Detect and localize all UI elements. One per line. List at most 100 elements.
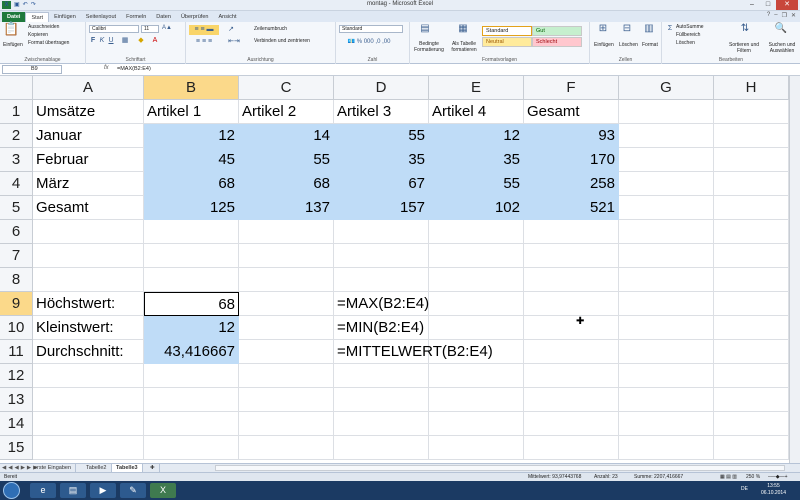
cell-d4[interactable]: 67 [334,172,429,196]
cell-g9[interactable] [619,292,714,316]
column-header-a[interactable]: A [33,76,144,100]
cell-e5[interactable]: 102 [429,196,524,220]
cell-e8[interactable] [429,268,524,292]
orientation-icon[interactable]: ↗ [224,25,238,35]
cell-g7[interactable] [619,244,714,268]
cell-c15[interactable] [239,436,334,460]
column-header-h[interactable]: H [714,76,789,100]
cell-c10[interactable] [239,316,334,340]
cell-d6[interactable] [334,220,429,244]
autosum-icon[interactable]: Σ [666,24,674,34]
cell-a12[interactable] [33,364,144,388]
column-header-f[interactable]: F [524,76,619,100]
row-header-4[interactable]: 4 [0,172,33,196]
bold-icon[interactable]: F [89,36,97,46]
cell-b1[interactable]: Artikel 1 [144,100,239,124]
cell-b2[interactable]: 12 [144,124,239,148]
grow-font-icon[interactable]: A▲ [162,23,172,33]
clear-button[interactable]: Löschen [676,40,695,47]
select-all-corner[interactable] [0,76,33,100]
tab-ueberpruefen[interactable]: Überprüfen [176,12,214,22]
column-header-b[interactable]: B [144,76,239,100]
find-select-button[interactable]: Suchen und Auswählen [764,42,800,54]
cell-e2[interactable]: 12 [429,124,524,148]
maximize-button[interactable]: □ [760,0,776,10]
cell-f1[interactable]: Gesamt [524,100,619,124]
cell-d14[interactable] [334,412,429,436]
cell-f5[interactable]: 521 [524,196,619,220]
tab-ansicht[interactable]: Ansicht [213,12,241,22]
cell-a10[interactable]: Kleinstwert: [33,316,144,340]
cell-d13[interactable] [334,388,429,412]
cell-g11[interactable] [619,340,714,364]
tab-seitenlayout[interactable]: Seitenlayout [81,12,121,22]
cell-h9[interactable] [714,292,789,316]
cell-d8[interactable] [334,268,429,292]
font-size-select[interactable]: 11 [141,25,159,33]
cell-d12[interactable] [334,364,429,388]
cell-g15[interactable] [619,436,714,460]
row-header-13[interactable]: 13 [0,388,33,412]
paint-icon[interactable]: ✎ [120,483,146,498]
cell-c4[interactable]: 68 [239,172,334,196]
cell-b9[interactable]: 68 [144,292,239,316]
cell-f15[interactable] [524,436,619,460]
cell-a8[interactable] [33,268,144,292]
cell-a9[interactable]: Höchstwert: [33,292,144,316]
font-name-select[interactable]: Calibri [89,25,139,33]
cell-b14[interactable] [144,412,239,436]
cell-h11[interactable] [714,340,789,364]
cell-h10[interactable] [714,316,789,340]
row-header-12[interactable]: 12 [0,364,33,388]
cell-h7[interactable] [714,244,789,268]
fill-button[interactable]: Füllbereich [676,32,700,39]
cell-a4[interactable]: März [33,172,144,196]
align-top-icons[interactable]: ≡ ≡ ▬ [189,25,219,35]
excel-taskbar-icon[interactable]: X [150,483,176,498]
column-header-g[interactable]: G [619,76,714,100]
cell-d9[interactable]: =MAX(B2:E4) [334,292,429,316]
cell-e3[interactable]: 35 [429,148,524,172]
format-cells-icon[interactable]: ▥ [642,24,656,34]
tab-formeln[interactable]: Formeln [121,12,151,22]
cell-f4[interactable]: 258 [524,172,619,196]
cell-a2[interactable]: Januar [33,124,144,148]
cell-e9[interactable] [429,292,524,316]
vertical-scrollbar[interactable] [789,76,800,463]
cell-h13[interactable] [714,388,789,412]
style-gut[interactable]: Gut [532,26,582,36]
cell-e14[interactable] [429,412,524,436]
paste-icon[interactable]: 📋 [3,22,19,35]
cell-a15[interactable] [33,436,144,460]
cell-e6[interactable] [429,220,524,244]
cell-g14[interactable] [619,412,714,436]
clock[interactable]: 13:55 06.10.2014 [761,483,786,497]
cell-c7[interactable] [239,244,334,268]
cell-f3[interactable]: 170 [524,148,619,172]
view-icons[interactable]: ▦ ▤ ▥ [720,474,737,481]
cell-c2[interactable]: 14 [239,124,334,148]
cell-h5[interactable] [714,196,789,220]
format-as-table-button[interactable]: Als Tabelle formatieren [446,41,482,53]
cell-f13[interactable] [524,388,619,412]
merge-center-button[interactable]: Verbinden und zentrieren [254,38,310,45]
cell-d10[interactable]: =MIN(B2:E4) [334,316,429,340]
cell-d1[interactable]: Artikel 3 [334,100,429,124]
cell-f12[interactable] [524,364,619,388]
cell-f7[interactable] [524,244,619,268]
cell-d5[interactable]: 157 [334,196,429,220]
style-standard[interactable]: Standard [482,26,532,36]
cell-a11[interactable]: Durchschnitt: [33,340,144,364]
cell-b3[interactable]: 45 [144,148,239,172]
help-icon[interactable]: ? [767,12,770,19]
cell-d11[interactable]: =MITTELWERT(B2:E4) [334,340,493,364]
cell-g3[interactable] [619,148,714,172]
cell-h8[interactable] [714,268,789,292]
border-icon[interactable]: ▦ [120,36,130,46]
sheet-tab-tabelle3[interactable]: Tabelle3 [112,464,143,472]
column-header-e[interactable]: E [429,76,524,100]
conditional-format-button[interactable]: Bedingte Formatierung [412,41,446,53]
minimize-button[interactable]: – [744,0,760,10]
tab-daten[interactable]: Daten [151,12,176,22]
conditional-format-icon[interactable]: ▤ [418,24,432,34]
